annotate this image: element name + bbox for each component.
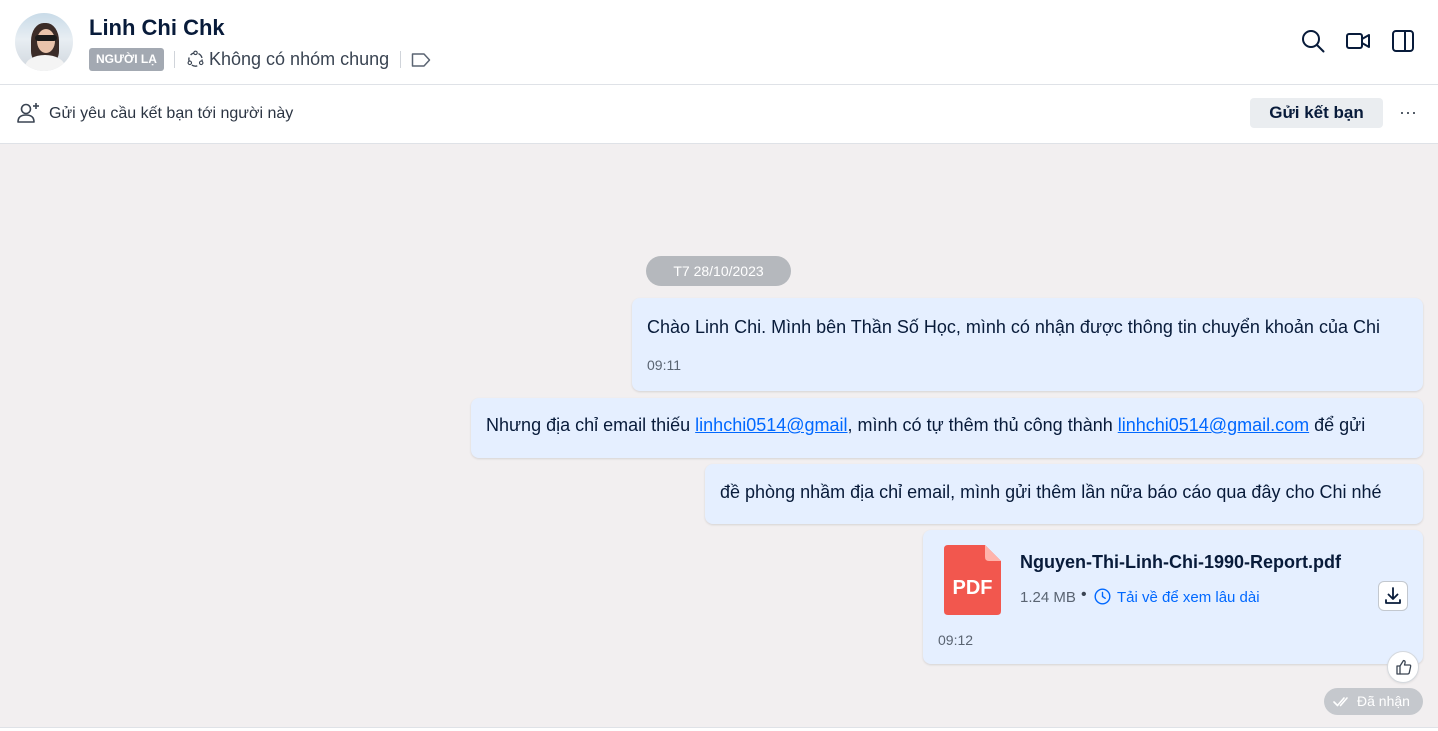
common-groups-text[interactable]: Không có nhóm chung <box>209 49 389 70</box>
date-separator: T7 28/10/2023 <box>646 256 791 286</box>
friend-request-prompt: Gửi yêu cầu kết bạn tới người này <box>49 105 294 122</box>
add-friend-icon <box>17 103 39 123</box>
message-text-part: để gửi <box>1309 415 1366 435</box>
message-bubble[interactable]: Nhưng địa chỉ email thiếu linhchi0514@gm… <box>471 398 1423 458</box>
chat-header: Linh Chi Chk NGƯỜI LẠ Không có nhóm chun… <box>0 0 1438 85</box>
file-size: 1.24 MB <box>1020 589 1076 606</box>
send-friend-request-button[interactable]: Gửi kết bạn <box>1250 98 1383 128</box>
file-name[interactable]: Nguyen-Thi-Linh-Chi-1990-Report.pdf <box>1020 552 1341 573</box>
email-link[interactable]: linhchi0514@gmail.com <box>1118 415 1309 435</box>
divider <box>400 51 401 68</box>
pdf-file-icon[interactable]: PDF <box>944 545 1001 615</box>
save-permanently-link[interactable]: Tải về để xem lâu dài <box>1117 589 1260 606</box>
message-bubble[interactable]: đề phòng nhầm địa chỉ email, mình gửi th… <box>705 464 1423 524</box>
message-time: 09:11 <box>647 357 681 373</box>
separator-dot: • <box>1081 586 1087 603</box>
tag-icon[interactable] <box>411 52 431 68</box>
clock-icon <box>1094 588 1111 605</box>
search-icon[interactable] <box>1300 28 1326 54</box>
delivery-status: Đã nhận <box>1324 688 1423 715</box>
download-icon <box>1385 587 1401 604</box>
divider <box>174 51 175 68</box>
message-text: Nhưng địa chỉ email thiếu linhchi0514@gm… <box>486 415 1365 436</box>
message-text: đề phòng nhầm địa chỉ email, mình gửi th… <box>720 482 1382 502</box>
status-label: Đã nhận <box>1357 693 1410 709</box>
contact-name[interactable]: Linh Chi Chk <box>89 15 225 41</box>
message-text-part: Nhưng địa chỉ email thiếu <box>486 415 696 435</box>
react-button[interactable] <box>1387 651 1419 683</box>
video-call-icon[interactable] <box>1345 28 1371 54</box>
file-message-bubble[interactable]: PDF Nguyen-Thi-Linh-Chi-1990-Report.pdf … <box>923 530 1423 664</box>
message-text: Chào Linh Chi. Mình bên Thần Số Học, mìn… <box>647 317 1380 337</box>
stranger-badge: NGƯỜI LẠ <box>89 48 164 71</box>
email-link[interactable]: linhchi0514@gmail <box>695 415 847 435</box>
message-bubble[interactable]: Chào Linh Chi. Mình bên Thần Số Học, mìn… <box>632 298 1423 391</box>
pdf-icon-label: PDF <box>953 577 993 599</box>
message-time: 09:12 <box>938 632 974 648</box>
message-text-part: , mình có tự thêm thủ công thành <box>847 415 1118 435</box>
avatar[interactable] <box>15 13 73 71</box>
more-options-button[interactable]: ··· <box>1397 99 1419 125</box>
sidebar-toggle-icon[interactable] <box>1390 28 1416 54</box>
download-button[interactable] <box>1378 581 1408 611</box>
double-check-icon <box>1333 697 1348 707</box>
group-icon <box>187 50 204 67</box>
composer-divider <box>0 727 1438 731</box>
friend-request-bar: Gửi yêu cầu kết bạn tới người này Gửi kế… <box>0 85 1438 144</box>
thumbs-up-icon <box>1396 659 1412 675</box>
